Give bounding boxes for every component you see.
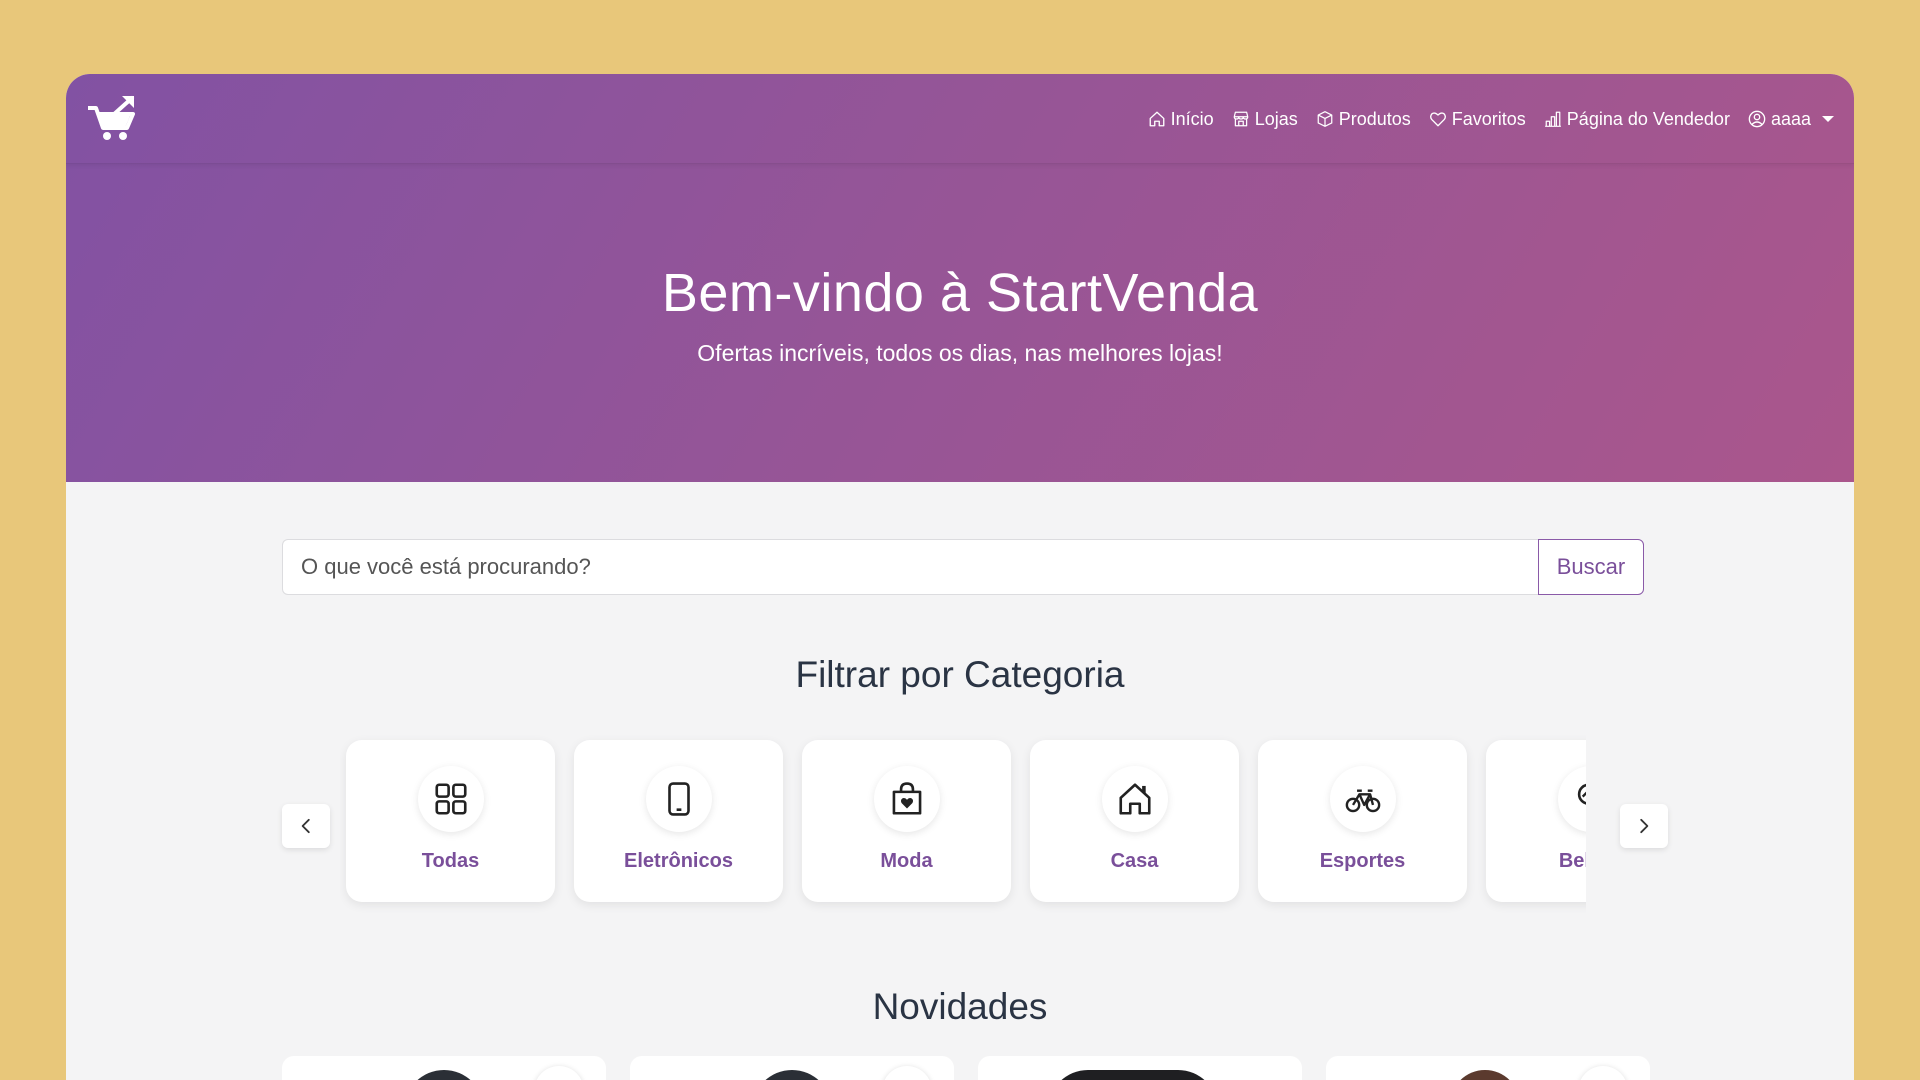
brand-logo[interactable] <box>86 94 138 144</box>
heart-icon <box>1429 112 1446 127</box>
category-card-esportes[interactable]: Esportes <box>1258 740 1467 902</box>
house-icon <box>1118 783 1151 815</box>
category-card-eletronicos[interactable]: Eletrônicos <box>574 740 783 902</box>
phone-icon <box>667 782 690 816</box>
category-card-beleza[interactable]: Beleza <box>1486 740 1586 902</box>
bag-heart-icon <box>892 782 921 815</box>
grid-icon <box>434 783 467 815</box>
nav-item-label: Lojas <box>1254 108 1298 129</box>
chevron-left-icon <box>301 818 310 834</box>
category-label: Esportes <box>1319 850 1406 872</box>
nav-links: Início Lojas Produtos Favoritos Página d… <box>1148 74 1834 164</box>
search-button[interactable]: Buscar <box>1538 539 1644 595</box>
search-bar: Buscar <box>282 539 1644 595</box>
nav-item-label: Favoritos <box>1451 108 1526 129</box>
category-icon-wrap <box>873 766 940 832</box>
user-name: aaaa <box>1770 108 1811 129</box>
category-label: Eletrônicos <box>624 850 733 872</box>
favorite-button[interactable] <box>882 1066 932 1080</box>
favorite-button[interactable] <box>1578 1066 1628 1080</box>
hero-title: Bem-vindo à StartVenda <box>661 263 1259 323</box>
beauty-icon <box>1577 783 1586 805</box>
carousel-prev-button[interactable] <box>282 804 330 848</box>
product-card[interactable] <box>630 1056 954 1080</box>
nav-item-favoritos[interactable]: Favoritos <box>1429 109 1526 130</box>
category-card-moda[interactable]: Moda <box>802 740 1011 902</box>
nav-item-pagina-vendedor[interactable]: Página do Vendedor <box>1544 109 1730 130</box>
nav-item-inicio[interactable]: Início <box>1148 109 1214 130</box>
product-card[interactable] <box>1326 1056 1650 1080</box>
product-image <box>752 1070 832 1080</box>
chevron-down-icon <box>1822 116 1834 122</box>
category-icon-wrap <box>417 766 484 832</box>
product-image <box>1048 1070 1218 1080</box>
product-card[interactable] <box>282 1056 606 1080</box>
search-input[interactable] <box>282 539 1538 595</box>
product-image <box>404 1070 484 1080</box>
carousel-next-button[interactable] <box>1620 804 1668 848</box>
category-carousel: Todas Eletrônicos Moda Casa Esportes Be <box>340 732 1586 982</box>
app-window: Início Lojas Produtos Favoritos Página d… <box>66 74 1854 1080</box>
user-menu-dropdown[interactable]: aaaa <box>1748 109 1834 130</box>
shopping-cart-arrow-icon <box>88 96 135 140</box>
category-card-todas[interactable]: Todas <box>346 740 555 902</box>
category-icon-wrap <box>1329 766 1396 832</box>
person-circle-icon <box>1748 110 1766 128</box>
product-image <box>1450 1070 1520 1080</box>
product-card[interactable] <box>978 1056 1302 1080</box>
box-icon <box>1317 111 1333 127</box>
house-icon <box>1149 111 1165 127</box>
hero-subtitle: Ofertas incríveis, todos os dias, nas me… <box>697 340 1223 366</box>
category-card-casa[interactable]: Casa <box>1030 740 1239 902</box>
hero-banner: Início Lojas Produtos Favoritos Página d… <box>66 74 1854 482</box>
category-label: Beleza <box>1558 850 1586 872</box>
bar-chart-icon <box>1544 111 1561 127</box>
nav-item-produtos[interactable]: Produtos <box>1316 109 1411 130</box>
news-section-title: Novidades <box>872 986 1048 1027</box>
category-section-title: Filtrar por Categoria <box>795 654 1125 695</box>
favorite-button[interactable] <box>534 1066 584 1080</box>
nav-item-label: Produtos <box>1338 108 1411 129</box>
nav-item-label: Página do Vendedor <box>1566 108 1730 129</box>
category-icon-wrap <box>645 766 712 832</box>
category-label: Moda <box>880 850 933 872</box>
category-label: Casa <box>1110 850 1159 872</box>
category-icon-wrap <box>1101 766 1168 832</box>
category-icon-wrap <box>1557 766 1586 832</box>
nav-item-label: Início <box>1170 108 1214 129</box>
shop-icon <box>1233 111 1249 127</box>
chevron-right-icon <box>1640 818 1649 834</box>
navbar: Início Lojas Produtos Favoritos Página d… <box>66 74 1854 164</box>
bicycle-icon <box>1345 789 1380 813</box>
nav-item-lojas[interactable]: Lojas <box>1232 109 1298 130</box>
category-label: Todas <box>421 850 480 872</box>
